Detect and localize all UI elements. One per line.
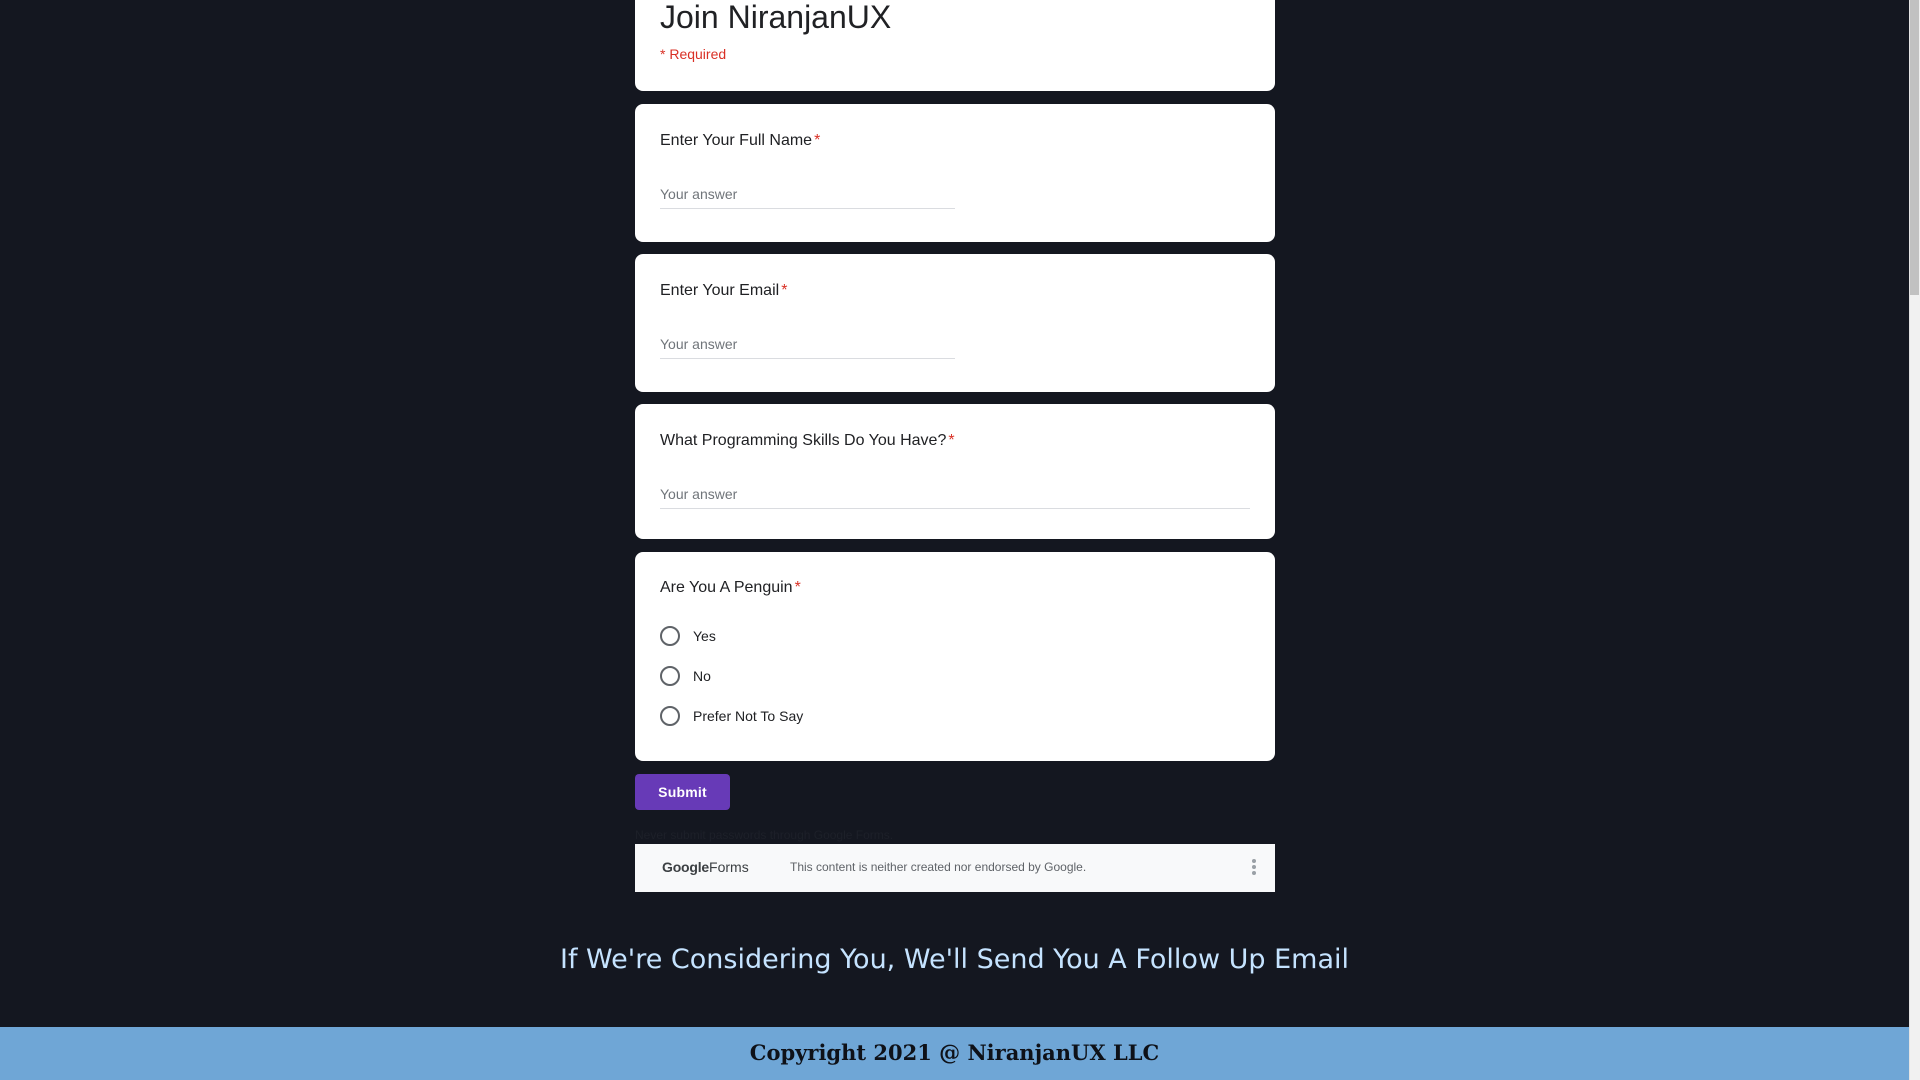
required-asterisk: * xyxy=(781,282,788,299)
radio-option-prefer-not-to-say[interactable]: Prefer Not To Say xyxy=(660,704,803,728)
google-forms-logo[interactable]: GoogleForms xyxy=(662,859,749,875)
question-label: Are You A Penguin * xyxy=(660,579,801,597)
radio-option-label: Yes xyxy=(693,628,716,644)
question-label: Enter Your Email * xyxy=(660,282,787,300)
form-header-card: Join NiranjanUX * Required xyxy=(635,0,1275,91)
question-card-programming-skills: What Programming Skills Do You Have? * xyxy=(635,404,1275,539)
required-asterisk: * xyxy=(794,579,801,596)
required-asterisk: * xyxy=(948,432,955,449)
google-disclaimer: This content is neither created nor endo… xyxy=(790,860,1087,874)
question-text: Are You A Penguin xyxy=(660,579,793,596)
forms-logo-text: Forms xyxy=(709,859,749,875)
question-label: Enter Your Full Name * xyxy=(660,132,820,150)
question-text: Enter Your Full Name xyxy=(660,132,813,149)
form-title: Join NiranjanUX xyxy=(660,0,892,35)
google-forms-bar: GoogleForms This content is neither crea… xyxy=(635,844,1275,892)
follow-up-message: If We're Considering You, We'll Send You… xyxy=(560,944,1349,975)
radio-option-yes[interactable]: Yes xyxy=(660,624,716,648)
programming-skills-input[interactable] xyxy=(660,480,1250,509)
question-text: Enter Your Email xyxy=(660,282,780,299)
page-footer: Copyright 2021 @ NiranjanUX LLC xyxy=(0,1027,1909,1080)
copyright-text: Copyright 2021 @ NiranjanUX LLC xyxy=(749,1040,1160,1065)
more-vert-icon[interactable] xyxy=(1251,857,1257,879)
email-input[interactable] xyxy=(660,330,955,359)
menu-dot xyxy=(1252,859,1256,863)
full-name-input[interactable] xyxy=(660,180,955,209)
google-logo-text: Google xyxy=(662,859,710,875)
menu-dot xyxy=(1252,865,1256,869)
radio-option-label: No xyxy=(693,668,711,684)
required-note: * Required xyxy=(660,46,727,62)
never-submit-passwords-note: Never submit passwords through Google Fo… xyxy=(635,828,894,842)
radio-option-label: Prefer Not To Say xyxy=(693,708,804,724)
radio-button-icon[interactable] xyxy=(660,626,680,646)
submit-button[interactable]: Submit xyxy=(635,774,730,810)
question-card-penguin: Are You A Penguin * Yes No Prefer Not To … xyxy=(635,552,1275,761)
radio-option-no[interactable]: No xyxy=(660,664,711,688)
question-label: What Programming Skills Do You Have? * xyxy=(660,432,955,450)
question-text: What Programming Skills Do You Have? xyxy=(660,432,947,449)
page-scrollbar[interactable] xyxy=(1909,0,1920,1080)
question-card-full-name: Enter Your Full Name * xyxy=(635,104,1275,242)
radio-button-icon[interactable] xyxy=(660,666,680,686)
radio-button-icon[interactable] xyxy=(660,706,680,726)
question-card-email: Enter Your Email * xyxy=(635,254,1275,392)
menu-dot xyxy=(1252,871,1256,875)
required-asterisk: * xyxy=(814,132,821,149)
scrollbar-thumb[interactable] xyxy=(1910,0,1919,295)
